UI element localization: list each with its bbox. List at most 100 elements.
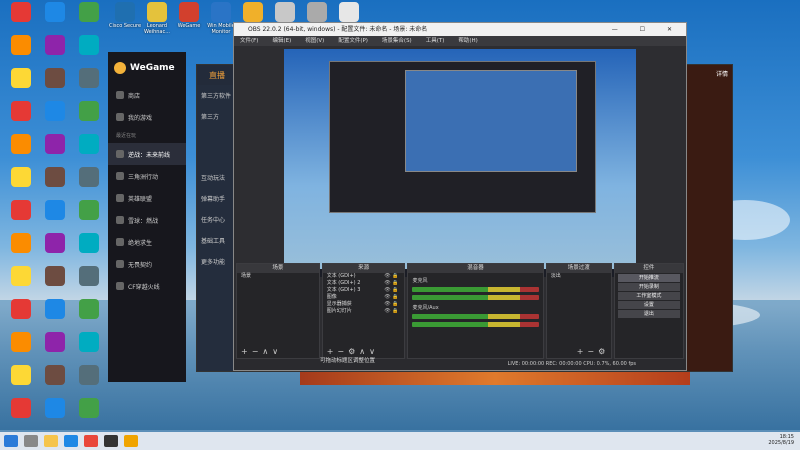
search-icon[interactable] xyxy=(24,435,38,447)
transition-buttons[interactable]: +−⚙ xyxy=(577,347,610,356)
wegame-logo-icon xyxy=(114,62,126,74)
desktop-icon[interactable] xyxy=(4,134,38,155)
obs-taskbar-icon[interactable] xyxy=(104,435,118,447)
desktop-icon[interactable] xyxy=(38,332,72,353)
desktop-icon[interactable] xyxy=(4,167,38,188)
wegame-game-item[interactable]: 无畏契约 xyxy=(108,253,186,275)
desktop-icon[interactable] xyxy=(38,266,72,287)
start-recording-button[interactable]: 开始录制 xyxy=(617,283,680,291)
source-item[interactable]: 文本 (GDI+) 👁 🔒 xyxy=(323,273,405,280)
desktop-icon[interactable] xyxy=(4,2,38,23)
scene-item[interactable]: 场景 xyxy=(237,273,319,280)
wegame-nav-mygames[interactable]: 我的游戏 xyxy=(108,106,186,128)
menu-item[interactable]: 帮助(H) xyxy=(458,36,477,46)
desktop-icon[interactable] xyxy=(72,299,106,320)
desktop-icon[interactable] xyxy=(38,2,72,23)
desktop-icon[interactable] xyxy=(72,233,106,254)
wegame-nav-store[interactable]: 商店 xyxy=(108,84,186,106)
visibility-lock-icon[interactable]: 👁 🔒 xyxy=(384,280,398,287)
preview-nested-obs xyxy=(329,61,596,213)
sources-footer-buttons[interactable]: +−⚙∧∨ xyxy=(327,347,379,356)
desktop-icon[interactable] xyxy=(38,398,72,419)
chrome-icon[interactable] xyxy=(84,435,98,447)
desktop-icon[interactable] xyxy=(72,35,106,56)
live-window-hint: 可拖动标题区调整位置 xyxy=(320,358,376,364)
desktop-icon[interactable] xyxy=(38,299,72,320)
system-tray-clock[interactable]: 18:15 2025/8/19 xyxy=(768,434,794,446)
desktop-icon[interactable] xyxy=(4,299,38,320)
wegame-game-item[interactable]: 三角洲行动 xyxy=(108,165,186,187)
wegame-game-item[interactable]: 绝地求生 xyxy=(108,231,186,253)
desktop-icon[interactable] xyxy=(38,68,72,89)
folder-icon[interactable] xyxy=(44,435,58,447)
app-icon xyxy=(11,35,31,55)
start-icon[interactable] xyxy=(4,435,18,447)
desktop-icon[interactable] xyxy=(72,134,106,155)
desktop-icon[interactable] xyxy=(4,398,38,419)
wegame-game-item[interactable]: 雪球：燃战 xyxy=(108,209,186,231)
details-button[interactable]: 详情 xyxy=(684,65,732,82)
wegame-game-item[interactable]: 英雄联盟 xyxy=(108,187,186,209)
desktop-icon[interactable] xyxy=(4,200,38,221)
desktop-icon[interactable] xyxy=(72,365,106,386)
app-icon xyxy=(11,332,31,352)
source-item[interactable]: 显示器捕获 👁 🔒 xyxy=(323,301,405,308)
desktop-icon[interactable] xyxy=(38,200,72,221)
app-icon xyxy=(79,299,99,319)
desktop-icon[interactable] xyxy=(38,365,72,386)
wegame-game-item[interactable]: 逆战：未来前线 xyxy=(108,143,186,165)
desktop-icon[interactable] xyxy=(4,365,38,386)
desktop-icon[interactable] xyxy=(4,332,38,353)
desktop-icon[interactable] xyxy=(72,167,106,188)
desktop-icon[interactable] xyxy=(4,233,38,254)
desktop-icon[interactable] xyxy=(4,68,38,89)
desktop-icon[interactable] xyxy=(4,35,38,56)
desktop-icon[interactable]: Cisco Secure xyxy=(108,2,142,35)
source-item[interactable]: 图像 👁 🔒 xyxy=(323,294,405,301)
desktop-icon[interactable] xyxy=(72,266,106,287)
visibility-lock-icon[interactable]: 👁 🔒 xyxy=(384,273,398,280)
obs-preview[interactable] xyxy=(284,49,636,277)
app-icon xyxy=(11,398,31,418)
menu-item[interactable]: 视图(V) xyxy=(305,36,324,46)
desktop-icon[interactable] xyxy=(72,101,106,122)
desktop-icon[interactable] xyxy=(38,101,72,122)
source-item[interactable]: 文本 (GDI+) 3 👁 🔒 xyxy=(323,287,405,294)
desktop-icon[interactable] xyxy=(38,134,72,155)
menu-item[interactable]: 文件(F) xyxy=(240,36,258,46)
start-streaming-button[interactable]: 开始推流 xyxy=(617,274,680,282)
visibility-lock-icon[interactable]: 👁 🔒 xyxy=(384,287,398,294)
menu-item[interactable]: 编辑(E) xyxy=(272,36,291,46)
desktop-icon[interactable] xyxy=(72,332,106,353)
desktop-icon[interactable]: Leonard Weihnac... xyxy=(140,2,174,35)
studio-mode-button[interactable]: 工作室模式 xyxy=(617,292,680,300)
window-controls[interactable]: — ☐ ✕ xyxy=(612,23,682,36)
app-icon xyxy=(45,365,65,385)
desktop-icon[interactable] xyxy=(72,200,106,221)
wegame-taskbar-icon[interactable] xyxy=(124,435,138,447)
source-item[interactable]: 图片幻灯片 👁 🔒 xyxy=(323,308,405,315)
desktop-icon[interactable] xyxy=(38,167,72,188)
source-item[interactable]: 文本 (GDI+) 2 👁 🔒 xyxy=(323,280,405,287)
settings-button[interactable]: 设置 xyxy=(617,301,680,309)
desktop-icon[interactable] xyxy=(72,398,106,419)
desktop-icon[interactable] xyxy=(4,266,38,287)
menu-item[interactable]: 场景集合(S) xyxy=(382,36,412,46)
app-icon xyxy=(45,299,65,319)
desktop-icon[interactable] xyxy=(72,2,106,23)
visibility-lock-icon[interactable]: 👁 🔒 xyxy=(384,301,398,308)
menu-item[interactable]: 工具(T) xyxy=(426,36,445,46)
desktop-icon[interactable] xyxy=(4,101,38,122)
desktop-icon[interactable]: WeGame xyxy=(172,2,206,35)
transition-select[interactable]: 淡出 xyxy=(547,273,611,280)
edge-icon[interactable] xyxy=(64,435,78,447)
desktop-icon[interactable] xyxy=(38,35,72,56)
exit-button[interactable]: 退出 xyxy=(617,310,680,318)
wegame-game-item[interactable]: CF穿越火线 xyxy=(108,275,186,297)
desktop-icon[interactable] xyxy=(38,233,72,254)
visibility-lock-icon[interactable]: 👁 🔒 xyxy=(384,294,398,301)
desktop-icon[interactable] xyxy=(72,68,106,89)
scenes-footer-buttons[interactable]: +−∧∨ xyxy=(241,347,282,356)
visibility-lock-icon[interactable]: 👁 🔒 xyxy=(384,308,398,315)
menu-item[interactable]: 配置文件(P) xyxy=(338,36,368,46)
